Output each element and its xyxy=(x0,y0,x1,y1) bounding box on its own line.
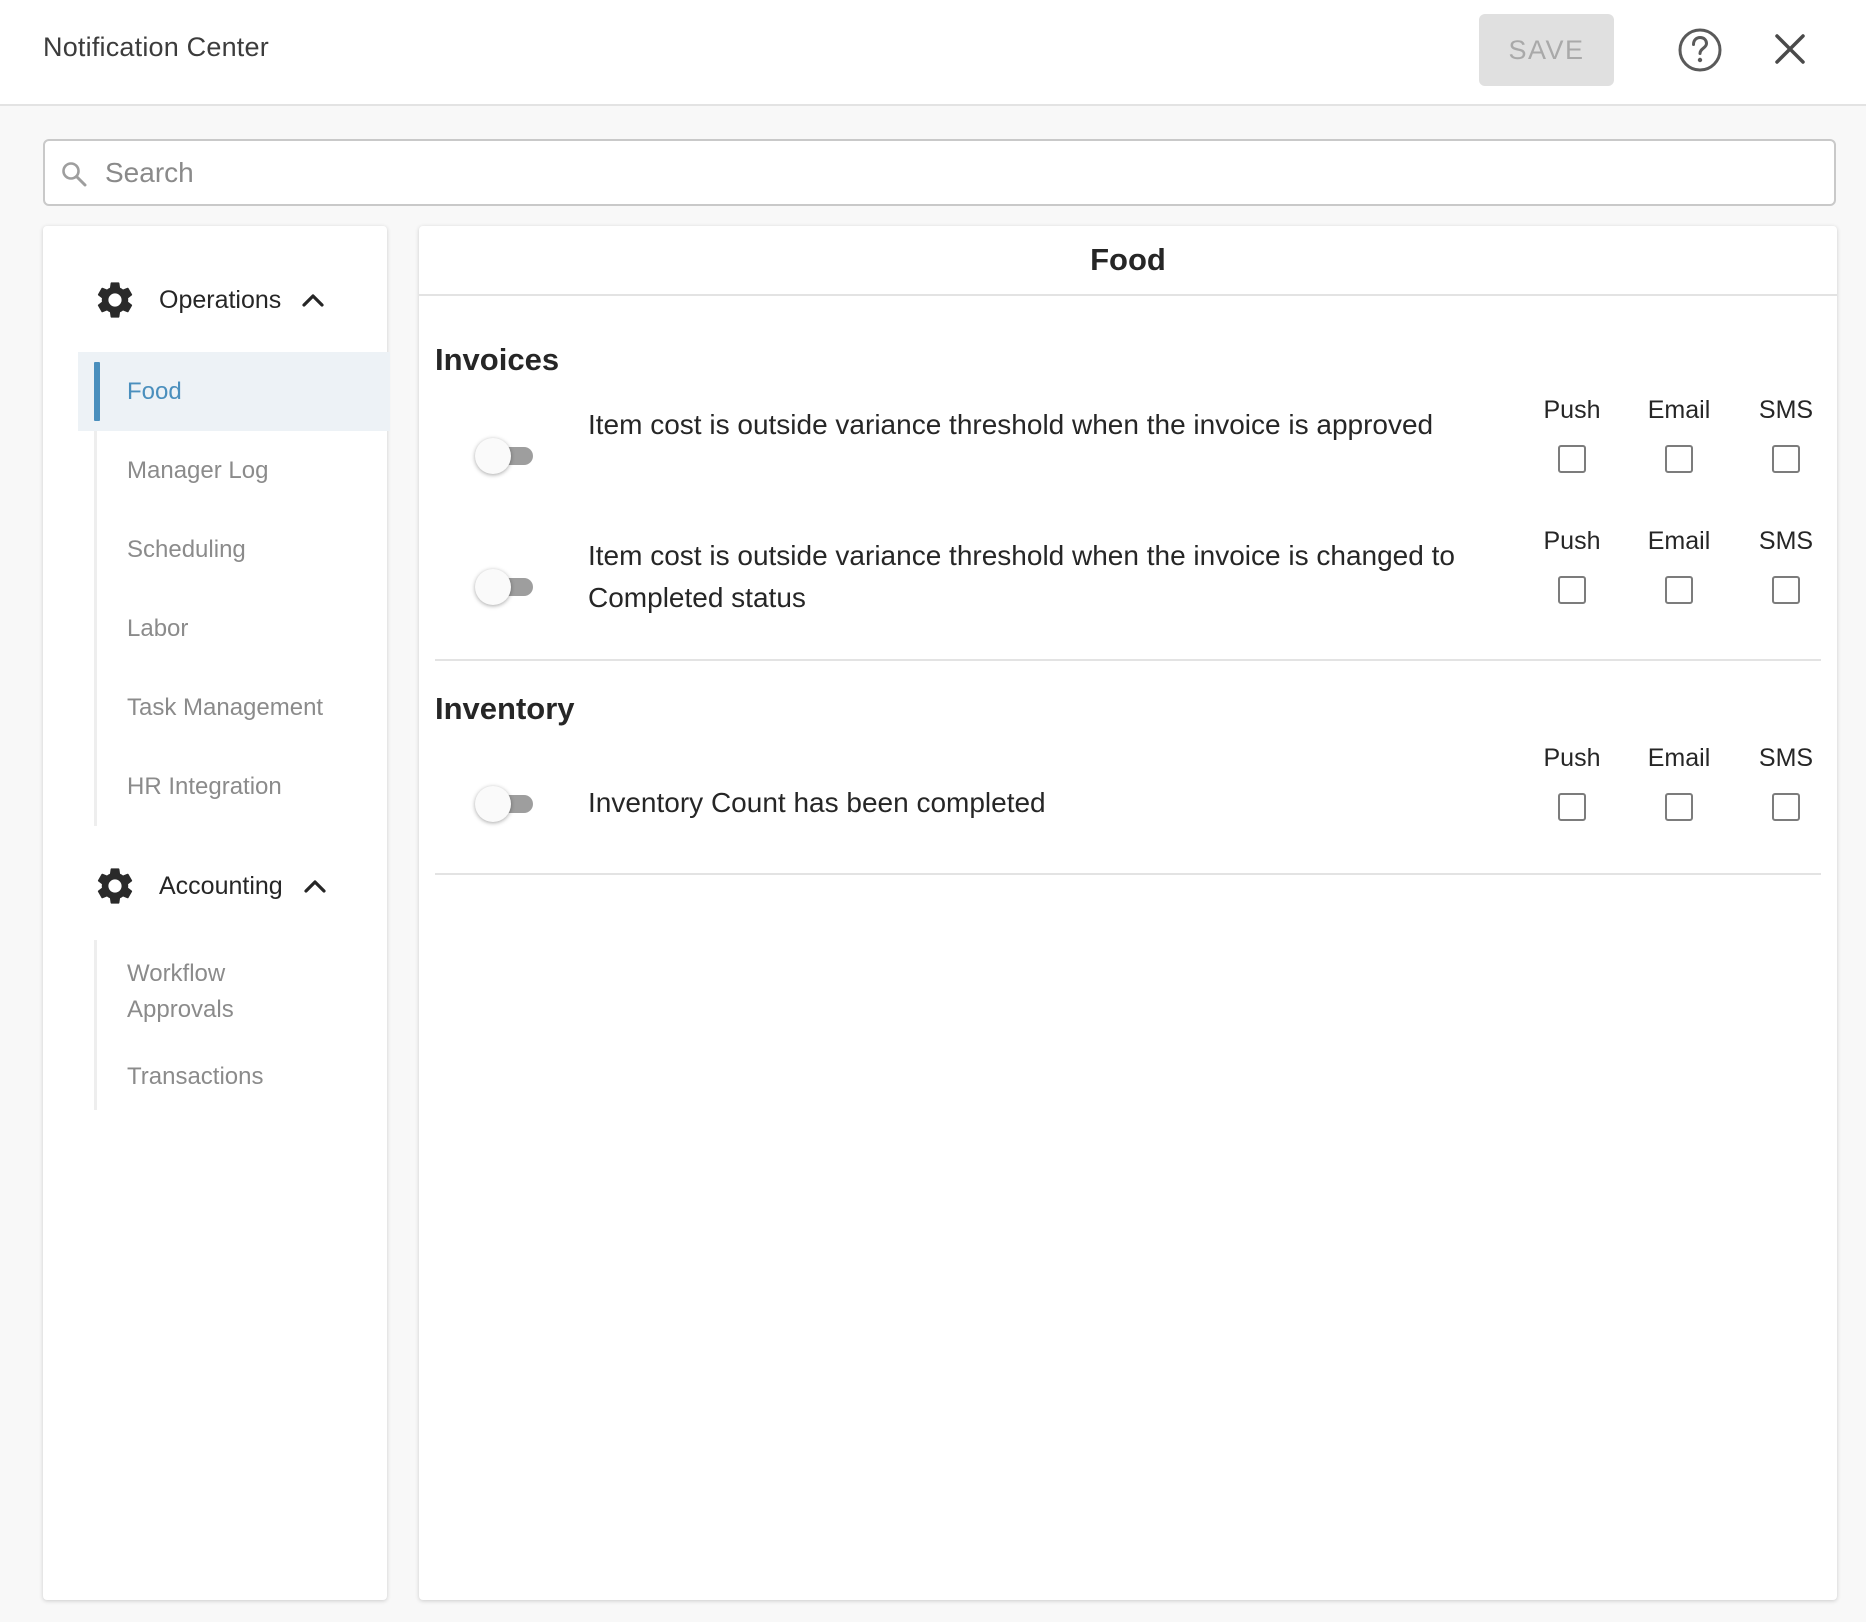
channel-email: Email xyxy=(1639,396,1719,473)
notification-description: Inventory Count has been completed xyxy=(588,787,1046,818)
channel-push: Push xyxy=(1532,396,1612,473)
notification-row: Inventory Count has been completed Push … xyxy=(435,744,1821,864)
channel-push: Push xyxy=(1532,527,1612,604)
enable-toggle[interactable] xyxy=(475,784,537,824)
toggle-thumb xyxy=(475,438,511,474)
panel-title: Food xyxy=(419,226,1837,296)
section-title-invoices: Invoices xyxy=(435,342,560,377)
channel-email: Email xyxy=(1639,527,1719,604)
channel-label: SMS xyxy=(1758,527,1814,555)
channel-label: SMS xyxy=(1758,396,1814,424)
channel-label: Push xyxy=(1543,744,1601,772)
sidebar-item-labor[interactable]: Labor xyxy=(97,589,354,668)
page-title: Notification Center xyxy=(43,32,269,62)
sidebar-group-accounting[interactable]: Accounting xyxy=(93,860,353,912)
gear-icon xyxy=(97,868,133,904)
email-checkbox[interactable] xyxy=(1665,576,1693,604)
sidebar-item-scheduling[interactable]: Scheduling xyxy=(97,510,354,589)
channel-email: Email xyxy=(1639,744,1719,821)
accounting-nav-list: Workflow Approvals Transactions xyxy=(94,940,354,1110)
enable-toggle[interactable] xyxy=(475,567,537,607)
notification-description: Item cost is outside variance threshold … xyxy=(588,409,1434,440)
channel-sms: SMS xyxy=(1746,744,1826,821)
search-bar xyxy=(43,139,1836,206)
sms-checkbox[interactable] xyxy=(1772,445,1800,473)
gear-icon xyxy=(97,282,133,318)
sidebar-group-operations[interactable]: Operations xyxy=(93,274,353,326)
sidebar-item-task-management[interactable]: Task Management xyxy=(97,668,354,747)
search-icon xyxy=(62,162,87,187)
sidebar-item-workflow-approvals[interactable]: Workflow Approvals xyxy=(97,940,257,1044)
sidebar-item-food[interactable]: Food xyxy=(78,352,390,431)
enable-toggle[interactable] xyxy=(475,436,537,476)
main-panel: Food Invoices Item cost is outside varia… xyxy=(419,226,1837,1600)
section-divider xyxy=(435,659,1821,661)
search-input[interactable] xyxy=(105,149,1805,197)
app-header: Notification Center SAVE xyxy=(0,0,1866,106)
channel-label: Push xyxy=(1543,527,1601,555)
channel-label: Email xyxy=(1647,744,1711,772)
sidebar-group-label: Operations xyxy=(159,285,282,314)
sidebar-item-transactions[interactable]: Transactions xyxy=(97,1044,354,1110)
push-checkbox[interactable] xyxy=(1558,445,1586,473)
notification-row: Item cost is outside variance threshold … xyxy=(435,527,1821,647)
notification-description: Item cost is outside variance threshold … xyxy=(588,540,1455,613)
sidebar: Operations Food Manager Log Scheduling L… xyxy=(43,226,390,1600)
push-checkbox[interactable] xyxy=(1558,793,1586,821)
close-icon[interactable] xyxy=(1770,29,1810,69)
sidebar-item-manager-log[interactable]: Manager Log xyxy=(97,431,354,510)
channel-sms: SMS xyxy=(1746,396,1826,473)
toggle-thumb xyxy=(475,569,511,605)
channel-sms: SMS xyxy=(1746,527,1826,604)
push-checkbox[interactable] xyxy=(1558,576,1586,604)
section-divider xyxy=(435,873,1821,875)
toggle-thumb xyxy=(475,786,511,822)
section-title-inventory: Inventory xyxy=(435,691,575,726)
operations-nav-list: Food Manager Log Scheduling Labor Task M… xyxy=(78,352,390,826)
notification-row: Item cost is outside variance threshold … xyxy=(435,396,1821,516)
sidebar-group-label: Accounting xyxy=(159,871,283,900)
channel-label: Push xyxy=(1543,396,1601,424)
save-button[interactable]: SAVE xyxy=(1479,14,1614,86)
email-checkbox[interactable] xyxy=(1665,445,1693,473)
channel-label: Email xyxy=(1647,527,1711,555)
channel-label: SMS xyxy=(1758,744,1814,772)
sms-checkbox[interactable] xyxy=(1772,576,1800,604)
sidebar-item-hr-integration[interactable]: HR Integration xyxy=(97,747,354,826)
channel-push: Push xyxy=(1532,744,1612,821)
chevron-up-icon[interactable] xyxy=(299,286,327,314)
help-icon[interactable] xyxy=(1677,27,1723,73)
email-checkbox[interactable] xyxy=(1665,793,1693,821)
sms-checkbox[interactable] xyxy=(1772,793,1800,821)
channel-label: Email xyxy=(1647,396,1711,424)
chevron-up-icon[interactable] xyxy=(301,872,329,900)
